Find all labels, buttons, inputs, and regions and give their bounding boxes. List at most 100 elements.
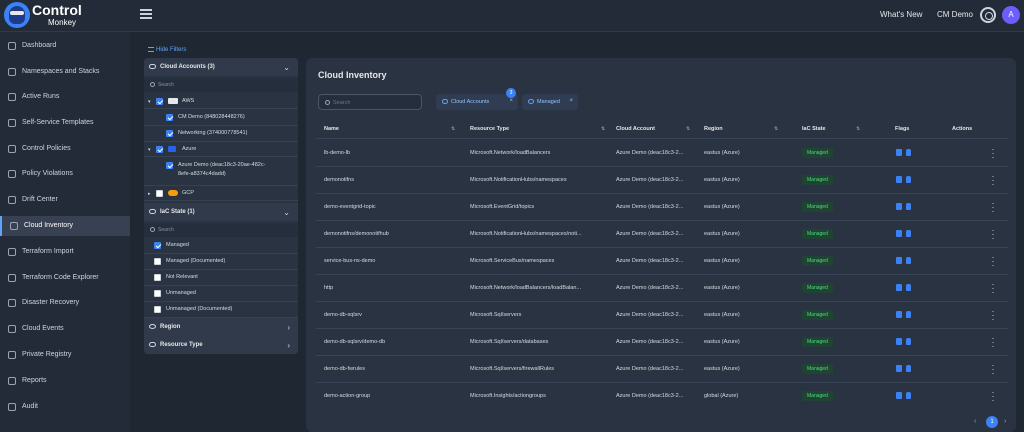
sort-icon[interactable]: ⇅ (774, 126, 778, 132)
sidebar-item-terraform-import[interactable]: Terraform Import (0, 242, 130, 262)
row-actions-icon[interactable]: · · · (990, 145, 996, 162)
inventory-search[interactable] (318, 94, 422, 110)
row-actions-icon[interactable]: · · · (990, 334, 996, 351)
column-header-resource-type[interactable]: Resource Type (470, 126, 509, 132)
iac-option-row[interactable]: Managed (Documented) (144, 254, 298, 270)
iac-option-row[interactable]: Not Relevant (144, 270, 298, 286)
iac-flag-icon[interactable] (896, 203, 902, 210)
azure-checkbox[interactable] (156, 146, 163, 153)
table-row[interactable]: demonotifns Microsoft.NotificationHubs/n… (316, 167, 1008, 193)
option-checkbox[interactable] (154, 306, 161, 313)
sidebar-item-cloud-inventory[interactable]: Cloud Inventory (0, 216, 130, 236)
account-checkbox[interactable] (166, 162, 173, 169)
hide-filters-button[interactable]: Hide Filters (148, 47, 186, 53)
option-checkbox[interactable] (154, 258, 161, 265)
lock-flag-icon[interactable] (906, 257, 911, 264)
cloud-accounts-chip[interactable]: Cloud Accounts × (436, 94, 518, 110)
sidebar-item-dashboard[interactable]: Dashboard (0, 36, 130, 56)
iac-flag-icon[interactable] (896, 176, 902, 183)
sidebar-item-disaster-recovery[interactable]: Disaster Recovery (0, 293, 130, 313)
row-actions-icon[interactable]: · · · (990, 172, 996, 189)
sidebar-item-audit[interactable]: Audit (0, 397, 130, 417)
search-input[interactable] (333, 98, 419, 108)
sidebar-item-reports[interactable]: Reports (0, 371, 130, 391)
next-page-icon[interactable]: › (1004, 418, 1006, 425)
aws-checkbox[interactable] (156, 98, 163, 105)
row-actions-icon[interactable]: · · · (990, 280, 996, 297)
iac-option-row[interactable]: Unmanaged (144, 286, 298, 302)
close-icon[interactable]: × (569, 98, 573, 104)
sidebar-item-code-explorer[interactable]: Terraform Code Explorer (0, 268, 130, 288)
option-checkbox[interactable] (154, 274, 161, 281)
gear-icon[interactable] (980, 7, 996, 23)
lock-flag-icon[interactable] (906, 176, 911, 183)
row-actions-icon[interactable]: · · · (990, 307, 996, 324)
gcp-checkbox[interactable] (156, 190, 163, 197)
azure-provider-row[interactable]: ▾ Azure (144, 142, 298, 157)
table-row[interactable]: demo-db-sqlsrv Microsoft.Sql/servers Azu… (316, 302, 1008, 328)
row-actions-icon[interactable]: · · · (990, 253, 996, 270)
sidebar-item-private-registry[interactable]: Private Registry (0, 345, 130, 365)
iac-flag-icon[interactable] (896, 257, 902, 264)
collapse-menu-icon[interactable] (140, 9, 152, 21)
sidebar-item-policy-violations[interactable]: Policy Violations (0, 164, 130, 184)
lock-flag-icon[interactable] (906, 338, 911, 345)
iac-flag-icon[interactable] (896, 392, 902, 399)
cloud-accounts-filter-header[interactable]: Cloud Accounts (3) ⌄ (144, 58, 298, 76)
region-filter-header[interactable]: Region › (144, 318, 298, 336)
iac-flag-icon[interactable] (896, 338, 902, 345)
sidebar-item-self-service[interactable]: Self-Service Templates (0, 113, 130, 133)
lock-flag-icon[interactable] (906, 203, 911, 210)
iac-option-row[interactable]: Unmanaged (Documented) (144, 302, 298, 318)
column-header-cloud-account[interactable]: Cloud Account (616, 126, 655, 132)
sort-icon[interactable]: ⇅ (856, 126, 860, 132)
iac-option-row[interactable]: Managed (144, 238, 298, 254)
avatar[interactable]: A (1002, 6, 1020, 24)
close-icon[interactable]: × (509, 98, 513, 104)
account-checkbox[interactable] (166, 114, 173, 121)
table-row[interactable]: demo-eventgrid-topic Microsoft.EventGrid… (316, 194, 1008, 220)
table-row[interactable]: lb-demo-lb Microsoft.Network/loadBalance… (316, 140, 1008, 166)
aws-account-row[interactable]: CM Demo (848028448276) (144, 110, 298, 126)
gcp-provider-row[interactable]: ▸ GCP (144, 186, 298, 201)
monkey-logo-icon[interactable] (4, 2, 30, 28)
column-header-name[interactable]: Name (324, 126, 339, 132)
row-actions-icon[interactable]: · · · (990, 361, 996, 378)
table-row[interactable]: demonotifns/demonotifhub Microsoft.Notif… (316, 221, 1008, 247)
sidebar-item-control-policies[interactable]: Control Policies (0, 139, 130, 159)
sort-icon[interactable]: ⇅ (686, 126, 690, 132)
sidebar-item-active-runs[interactable]: Active Runs (0, 87, 130, 107)
lock-flag-icon[interactable] (906, 365, 911, 372)
option-checkbox[interactable] (154, 242, 161, 249)
table-row[interactable]: demo-db-fwrules Microsoft.Sql/servers/fi… (316, 356, 1008, 382)
table-row[interactable]: demo-action-group Microsoft.Insights/act… (316, 383, 1008, 409)
iac-flag-icon[interactable] (896, 284, 902, 291)
table-row[interactable]: demo-db-sqlsrv/demo-db Microsoft.Sql/ser… (316, 329, 1008, 355)
account-switcher[interactable]: CM Demo (937, 10, 973, 19)
cloud-accounts-search[interactable]: Search (144, 78, 298, 92)
sidebar-item-cloud-events[interactable]: Cloud Events (0, 319, 130, 339)
iac-flag-icon[interactable] (896, 365, 902, 372)
page-number-button[interactable]: 1 (986, 416, 998, 428)
column-header-iac-state[interactable]: IaC State (802, 126, 826, 132)
option-checkbox[interactable] (154, 290, 161, 297)
iac-flag-icon[interactable] (896, 230, 902, 237)
row-actions-icon[interactable]: · · · (990, 199, 996, 216)
lock-flag-icon[interactable] (906, 284, 911, 291)
row-actions-icon[interactable]: · · · (990, 226, 996, 243)
lock-flag-icon[interactable] (906, 230, 911, 237)
resource-type-filter-header[interactable]: Resource Type › (144, 336, 298, 354)
lock-flag-icon[interactable] (906, 392, 911, 399)
sort-icon[interactable]: ⇅ (451, 126, 455, 132)
iac-flag-icon[interactable] (896, 311, 902, 318)
managed-chip[interactable]: Managed × (522, 94, 578, 110)
sort-icon[interactable]: ⇅ (601, 126, 605, 132)
azure-account-row[interactable]: Azure Demo (deac18c3-20ae-482c- 8efe-a83… (144, 158, 298, 186)
iac-flag-icon[interactable] (896, 149, 902, 156)
whats-new-link[interactable]: What's New (880, 10, 922, 19)
previous-page-icon[interactable]: ‹ (974, 418, 976, 425)
table-row[interactable]: http Microsoft.Network/loadBalancers/loa… (316, 275, 1008, 301)
lock-flag-icon[interactable] (906, 311, 911, 318)
iac-state-search[interactable]: Search (144, 223, 298, 237)
row-actions-icon[interactable]: · · · (990, 388, 996, 405)
